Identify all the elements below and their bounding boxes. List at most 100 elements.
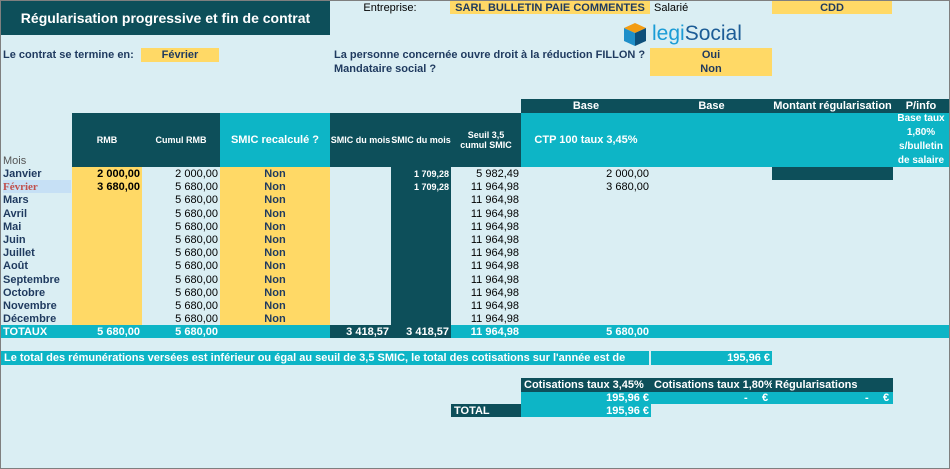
row-smic-mois [391,273,449,286]
row-month: Mars [3,193,29,206]
cotis-value-180-dash: - [744,392,748,404]
company-value[interactable]: SARL BULLETIN PAIE COMMENTES [450,1,650,14]
row-smic-recalcule[interactable]: Non [220,220,330,233]
mandataire-label: Mandataire social ? [334,63,437,75]
row-seuil: 11 964,98 [470,273,519,286]
summary-text: Le total des rémunérations versées est i… [1,351,649,365]
row-rmb[interactable] [72,193,140,206]
row-smic-mois [391,312,449,325]
row-seuil: 11 964,98 [470,193,519,206]
row-smic-recalcule[interactable]: Non [220,299,330,312]
totals-smic-1: 3 418,57 [330,325,391,338]
totals-rmb: 5 680,00 [97,325,140,338]
row-smic-recalcule[interactable]: Non [220,246,330,259]
row-seuil: 11 964,98 [470,207,519,220]
row-ctp [521,273,649,286]
cotis-value-regul: - € [772,392,893,404]
page-title: Régularisation progressive et fin de con… [1,1,330,35]
totals-label: TOTAUX [3,325,48,338]
row-cumul-rmb: 5 680,00 [175,246,218,259]
row-smic-recalcule[interactable]: Non [220,207,330,220]
row-rmb[interactable] [72,312,140,325]
cotis-total-label: TOTAL [451,404,521,417]
row-cumul-rmb: 5 680,00 [175,312,218,325]
row-cumul-rmb: 5 680,00 [175,299,218,312]
row-cumul-rmb: 5 680,00 [175,286,218,299]
row-smic-mois [391,193,449,206]
row-smic-recalcule[interactable]: Non [220,312,330,325]
row-cumul-rmb: 5 680,00 [175,220,218,233]
row-rmb[interactable]: 2 000,00 [72,167,140,180]
row-seuil: 11 964,98 [470,233,519,246]
row-seuil: 11 964,98 [470,299,519,312]
row-cumul-rmb: 5 680,00 [175,273,218,286]
row-smic-recalcule[interactable]: Non [220,193,330,206]
row-rmb[interactable] [72,220,140,233]
header-smic-mois-1: SMIC du mois [330,113,391,167]
row-smic-mois [391,299,449,312]
header-base-2: Base [651,99,772,113]
logo-cube-icon [624,23,646,46]
row-smic-mois [391,259,449,272]
row-smic-recalcule[interactable]: Non [220,167,330,180]
cotis-value-180: - € [651,392,772,404]
logo-text-right: Social [684,22,742,45]
fillon-value[interactable]: Oui [650,48,772,62]
row-ctp [521,286,649,299]
header-montant: Montant régularisation [772,99,893,113]
row-ctp [521,193,649,206]
row-seuil: 11 964,98 [470,220,519,233]
row-smic-mois [391,207,449,220]
row-smic-recalcule[interactable]: Non [220,273,330,286]
contract-end-label: Le contrat se termine en: [3,49,134,61]
header-base-taux: Base taux 1,80% s/bulletin de salaire [893,113,949,167]
row-smic-recalcule[interactable]: Non [220,180,330,193]
header-seuil: Seuil 3,5 cumul SMIC [451,113,521,167]
row-seuil: 11 964,98 [470,180,519,193]
row-cumul-rmb: 5 680,00 [175,180,218,193]
spreadsheet: Régularisation progressive et fin de con… [0,0,950,469]
montant-row1-bg [772,167,893,180]
row-rmb[interactable] [72,286,140,299]
row-smic-mois [391,233,449,246]
employee-value[interactable]: CDD [772,1,892,14]
header-mois: Mois [3,155,27,167]
row-smic-recalcule[interactable]: Non [220,286,330,299]
row-ctp: 3 680,00 [606,180,649,193]
row-cumul-rmb: 5 680,00 [175,193,218,206]
totals-seuil: 11 964,98 [470,325,519,338]
header-rmb: RMB [72,113,142,167]
row-month: Novembre [3,299,57,312]
row-rmb[interactable] [72,207,140,220]
row-smic-recalcule[interactable]: Non [220,259,330,272]
row-seuil: 11 964,98 [470,259,519,272]
row-cumul-rmb: 5 680,00 [175,259,218,272]
row-cumul-rmb: 2 000,00 [175,167,218,180]
mandataire-value[interactable]: Non [650,62,772,76]
row-rmb[interactable] [72,246,140,259]
row-rmb[interactable] [72,233,140,246]
header-base-1: Base [521,99,651,113]
row-rmb[interactable] [72,273,140,286]
contract-end-value[interactable]: Février [141,48,219,62]
legisocial-logo: legiSocial [622,20,742,50]
row-rmb[interactable]: 3 680,00 [72,180,140,193]
row-ctp [521,312,649,325]
row-rmb[interactable] [72,259,140,272]
row-rmb[interactable] [72,299,140,312]
row-month: Juillet [3,246,35,259]
row-month: Mai [3,220,22,233]
row-smic-mois [391,220,449,233]
cotis-value-345: 195,96 € [521,392,651,404]
row-ctp: 2 000,00 [606,167,649,180]
header-pinfo: P/info [893,99,949,113]
cotis-total-value: 195,96 € [521,404,651,417]
row-ctp [521,220,649,233]
row-smic-recalcule[interactable]: Non [220,233,330,246]
row-ctp [521,246,649,259]
row-month: Juin [3,233,26,246]
cotis-value-180-unit: € [762,392,769,404]
header-cumul-rmb: Cumul RMB [142,113,220,167]
row-smic-mois [391,246,449,259]
row-ctp [521,207,649,220]
